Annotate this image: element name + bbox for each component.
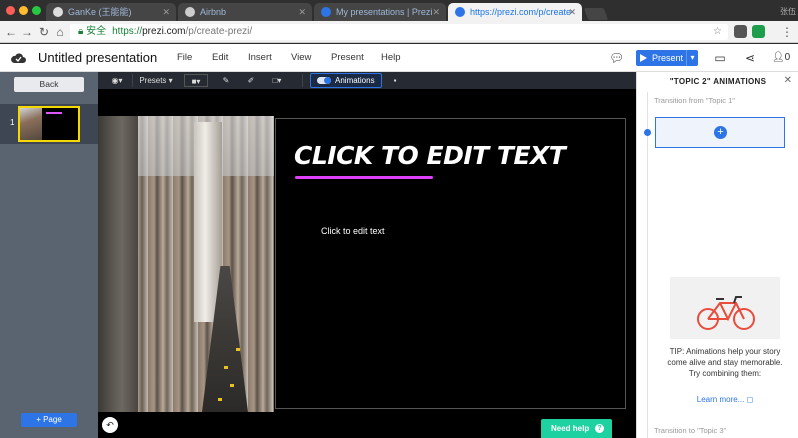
browser-tab[interactable]: Airbnb ✕ xyxy=(178,3,312,21)
thumbnail-image xyxy=(20,108,42,140)
question-icon: ? xyxy=(595,424,604,433)
green-extension-icon[interactable] xyxy=(752,25,765,38)
map-pin-icon xyxy=(185,7,195,17)
transition-to-label: Transition to "Topic 3" xyxy=(654,426,727,435)
url-path: /p/create-prezi/ xyxy=(185,26,253,37)
close-icon[interactable]: ✕ xyxy=(784,75,792,86)
back-arrow-icon[interactable]: ← xyxy=(4,24,18,40)
present-options-chevron-icon[interactable]: ▾ xyxy=(686,50,698,66)
bicycle-icon xyxy=(697,296,755,330)
photo-tower xyxy=(98,116,138,412)
timeline-dot xyxy=(644,129,651,136)
bookmark-star-icon[interactable]: ☆ xyxy=(713,24,722,40)
tip-illustration xyxy=(670,277,780,339)
border-dropdown[interactable]: □▾ xyxy=(266,74,288,87)
browser-toolbar: ← → ↻ ⌂ 🔒︎ 安全 https://prezi.com/p/create-… xyxy=(0,21,798,43)
toolbar-divider xyxy=(302,74,303,87)
app-header: Untitled presentation File Edit Insert V… xyxy=(0,44,798,72)
close-tab-icon[interactable]: ✕ xyxy=(298,3,306,21)
lock-icon: 🔒︎ xyxy=(78,26,84,37)
slides-sidebar: Back 1 + Page xyxy=(0,72,98,438)
close-tab-icon[interactable]: ✕ xyxy=(432,3,440,21)
prezi-icon xyxy=(455,7,465,17)
slide-thumbnail-row[interactable]: 1 xyxy=(0,104,98,144)
need-help-button[interactable]: Need help ? xyxy=(541,419,612,438)
photo-taxi xyxy=(218,398,222,401)
address-bar[interactable]: 🔒︎ 安全 https://prezi.com/p/create-prezi/ ☆ xyxy=(70,24,728,40)
photo-taxi xyxy=(230,384,234,387)
prezi-icon xyxy=(321,7,331,17)
present-remotely-icon[interactable]: ▭ xyxy=(713,51,727,65)
color-picker[interactable]: ■▾ xyxy=(184,74,208,87)
slide-title[interactable]: CLICK TO EDIT TEXT xyxy=(294,141,566,170)
speech-bubble-icon[interactable]: ▪ xyxy=(388,74,402,87)
add-animation-slot[interactable]: + xyxy=(655,117,785,148)
browser-tab[interactable]: My presentations | Prezi ✕ xyxy=(314,3,446,21)
present-button[interactable]: Present ▾ xyxy=(636,50,698,66)
slide-thumbnail[interactable] xyxy=(18,106,80,142)
animations-toggle[interactable]: Animations xyxy=(310,73,382,88)
slide-number: 1 xyxy=(10,118,15,127)
maximize-window-button[interactable] xyxy=(32,6,41,15)
cloud-save-icon xyxy=(11,53,26,63)
tip-text: TIP: Animations help your story come ali… xyxy=(667,347,783,378)
timeline-rail xyxy=(647,92,648,438)
menu-edit[interactable]: Edit xyxy=(212,52,228,63)
transition-from-label: Transition from "Topic 1" xyxy=(654,96,735,105)
toggle-switch xyxy=(317,77,331,84)
forward-arrow-icon[interactable]: → xyxy=(20,24,34,40)
menu-help[interactable]: Help xyxy=(381,52,401,63)
url-protocol: https:// xyxy=(112,26,143,37)
learn-more-link[interactable]: Learn more... ◻ xyxy=(667,395,783,404)
profile-label[interactable]: 张伍 xyxy=(780,6,796,17)
reload-icon[interactable]: ↻ xyxy=(37,24,51,40)
menu-file[interactable]: File xyxy=(177,52,192,63)
back-button[interactable]: Back xyxy=(14,77,84,92)
animations-panel: "TOPIC 2" ANIMATIONS ✕ Transition from "… xyxy=(636,72,798,438)
thumbnail-title-mark xyxy=(46,112,62,114)
play-icon xyxy=(640,54,647,62)
comments-icon[interactable]: 💬︎ xyxy=(609,51,624,65)
presentation-title[interactable]: Untitled presentation xyxy=(38,50,157,65)
github-icon xyxy=(53,7,63,17)
shield-extension-icon[interactable] xyxy=(734,25,747,38)
photo-taxi xyxy=(236,348,240,351)
plus-icon[interactable]: + xyxy=(714,126,727,139)
browser-tab-strip: GanKe (王能能) ✕ Airbnb ✕ My presentations … xyxy=(0,0,798,21)
add-page-button[interactable]: + Page xyxy=(21,413,77,427)
animations-panel-title: "TOPIC 2" ANIMATIONS xyxy=(669,77,767,86)
app-root: GanKe (王能能) ✕ Airbnb ✕ My presentations … xyxy=(0,0,798,438)
photo-taxi xyxy=(224,366,228,369)
close-tab-icon[interactable]: ✕ xyxy=(568,3,576,21)
minimize-window-button[interactable] xyxy=(19,6,28,15)
city-street-photo[interactable] xyxy=(98,116,274,412)
slide-body-text[interactable]: Click to edit text xyxy=(321,226,385,236)
browser-tab[interactable]: GanKe (王能能) ✕ xyxy=(46,3,176,21)
title-underline xyxy=(295,176,433,179)
url-host: prezi.com xyxy=(142,26,186,37)
shape-style-dropdown[interactable]: ◉▾ xyxy=(106,74,128,87)
presets-dropdown[interactable]: Presets ▾ xyxy=(136,74,176,87)
home-icon[interactable]: ⌂ xyxy=(53,24,67,40)
browser-menu-icon[interactable]: ⋮ xyxy=(780,24,794,40)
toolbar-divider xyxy=(132,74,133,87)
menu-present[interactable]: Present xyxy=(331,52,364,63)
browser-tab-active[interactable]: https://prezi.com/p/create ✕ xyxy=(448,3,582,21)
close-window-button[interactable] xyxy=(6,6,15,15)
new-tab-button[interactable] xyxy=(583,8,609,20)
undo-icon[interactable]: ↶ xyxy=(102,417,118,433)
line-style-icon[interactable]: ✐ xyxy=(244,74,258,87)
close-tab-icon[interactable]: ✕ xyxy=(162,3,170,21)
share-icon[interactable]: ⋖ xyxy=(743,51,757,65)
pen-icon[interactable]: ✎ xyxy=(219,74,233,87)
menu-insert[interactable]: Insert xyxy=(248,52,272,63)
menu-view[interactable]: View xyxy=(291,52,311,63)
collaborators-icon[interactable]: 👤︎0 xyxy=(771,51,791,65)
editor-toolbar: ◉▾ Presets ▾ ■▾ ✎ ✐ □▾ Animations ▪ xyxy=(98,72,636,89)
secure-label: 安全 xyxy=(86,26,107,37)
